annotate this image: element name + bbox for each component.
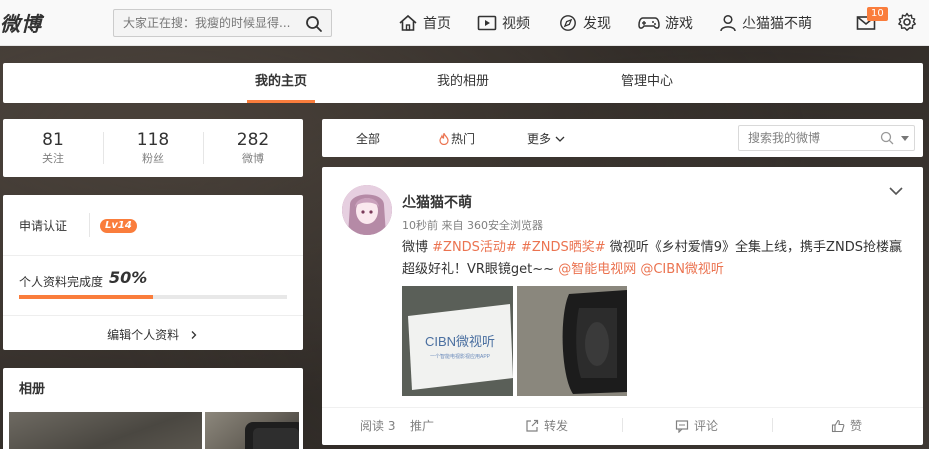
filter-tab-more-label: 更多 (527, 132, 552, 146)
profile-tab-bar: 我的主页 我的相册 管理中心 (3, 63, 923, 103)
progress-fill (19, 295, 153, 299)
post-content: 微博 #ZNDS活动# #ZNDS晒奖# 微视听《乡村爱情9》全集上线，携手ZN… (402, 237, 912, 281)
dropdown-arrow-icon[interactable] (900, 135, 910, 143)
divider (3, 315, 303, 316)
nav-user-profile[interactable]: 尐猫猫不萌 (719, 13, 812, 33)
divider (322, 407, 923, 408)
anime-avatar-image (342, 185, 392, 235)
author-avatar[interactable] (342, 185, 392, 235)
video-icon (477, 15, 497, 31)
cibn-card-photo: CIBN微视听 一个智能电视影视应用APP (402, 286, 513, 396)
profile-completeness-progress (19, 295, 287, 299)
divider (622, 418, 623, 432)
nav-home[interactable]: 首页 (398, 13, 451, 33)
apply-verification-link[interactable]: 申请认证 (19, 217, 67, 234)
stat-followers-value: 118 (136, 130, 170, 150)
promote-button[interactable]: 推广 (410, 417, 434, 434)
profile-info-card: 申请认证 Lv14 个人资料完成度 50% 编辑个人资料 (3, 195, 303, 350)
stat-posts-value: 282 (236, 130, 270, 150)
home-icon (399, 14, 417, 31)
mention-link[interactable]: @智能电视网 (558, 262, 636, 277)
filter-tab-all[interactable]: 全部 (356, 130, 380, 147)
tab-my-album[interactable]: 我的相册 (429, 63, 497, 103)
post-image[interactable]: CIBN微视听 一个智能电视影视应用APP (402, 286, 513, 396)
nav-home-label: 首页 (423, 16, 451, 32)
weibo-post: 尐猫猫不萌 10秒前 来自 360安全浏览器 微博 #ZNDS活动# #ZNDS… (322, 167, 923, 445)
post-author-name[interactable]: 尐猫猫不萌 (402, 192, 472, 212)
hashtag-link[interactable]: #ZNDS活动# (432, 240, 517, 255)
like-label: 赞 (850, 419, 863, 433)
filter-tab-hot[interactable]: 热门 (439, 130, 475, 147)
nav-games[interactable]: 游戏 (638, 13, 693, 33)
chevron-right-icon (191, 331, 197, 339)
vr-headset-photo (245, 422, 299, 449)
search-icon[interactable] (305, 15, 323, 33)
global-search-box (113, 9, 332, 37)
comment-label: 评论 (694, 419, 719, 433)
thumbs-up-icon (831, 419, 845, 432)
nav-video[interactable]: 视频 (477, 13, 530, 33)
repost-icon (526, 419, 539, 432)
filter-tab-more[interactable]: 更多 (527, 130, 565, 147)
hashtag-link[interactable]: #ZNDS晒奖# (521, 240, 606, 255)
flame-icon (439, 132, 449, 145)
gamepad-icon (638, 17, 660, 29)
edit-profile-label: 编辑个人资料 (107, 328, 180, 342)
top-navigation-bar: 微博 首页 视频 发现 (0, 0, 929, 46)
stat-followers[interactable]: 118 粉丝 (103, 129, 203, 167)
stat-following-label: 关注 (42, 152, 64, 165)
like-button[interactable]: 赞 (831, 417, 862, 434)
post-meta: 10秒前 来自 360安全浏览器 (402, 219, 543, 232)
nav-user-label: 尐猫猫不萌 (742, 16, 812, 32)
tab-my-homepage[interactable]: 我的主页 (247, 63, 315, 103)
pic1-brand-text: CIBN微视听 (425, 334, 495, 349)
vr-headset-photo (517, 286, 627, 396)
divider (772, 418, 773, 432)
stat-following[interactable]: 81 关注 (3, 129, 103, 167)
global-search-input[interactable] (123, 15, 298, 31)
level-badge[interactable]: Lv14 (100, 219, 137, 233)
repost-button[interactable]: 转发 (525, 417, 568, 434)
nav-video-label: 视频 (502, 16, 530, 32)
stat-following-value: 81 (42, 130, 64, 150)
compass-icon (560, 15, 576, 31)
album-card: 相册 (3, 368, 303, 449)
mention-link[interactable]: @CIBN微视听 (640, 262, 724, 277)
chevron-down-icon[interactable] (888, 185, 904, 197)
feed-search-box (738, 125, 915, 151)
album-photo[interactable] (9, 412, 202, 449)
pic1-sub-text: 一个智能电视影视应用APP (430, 353, 491, 360)
gear-icon[interactable] (897, 12, 917, 32)
profile-stats-card: 81 关注 118 粉丝 282 微博 (3, 119, 303, 177)
comment-icon (675, 419, 689, 433)
search-icon[interactable] (880, 131, 894, 145)
comment-button[interactable]: 评论 (675, 417, 718, 434)
filter-tab-hot-label: 热门 (451, 132, 476, 146)
chevron-down-icon (555, 136, 565, 142)
nav-discover-label: 发现 (583, 16, 611, 32)
tab-management-center[interactable]: 管理中心 (613, 63, 681, 103)
divider (89, 213, 90, 237)
nav-discover[interactable]: 发现 (558, 13, 611, 33)
profile-completeness-value: 50% (109, 268, 148, 287)
stat-posts-label: 微博 (242, 152, 264, 165)
edit-profile-link[interactable]: 编辑个人资料 (3, 326, 303, 343)
feed-filter-bar: 全部 热门 更多 (322, 119, 923, 157)
album-title: 相册 (19, 382, 46, 397)
weibo-logo[interactable]: 微博 (0, 8, 42, 37)
album-photo[interactable] (205, 412, 299, 449)
divider (3, 255, 303, 256)
profile-completeness-label: 个人资料完成度 (19, 275, 104, 289)
message-count-badge: 10 (867, 7, 888, 21)
repost-label: 转发 (544, 419, 569, 433)
stat-followers-label: 粉丝 (142, 152, 164, 165)
post-image[interactable] (517, 286, 627, 396)
read-count: 阅读 3 (360, 419, 396, 433)
post-text-prefix: 微博 (402, 240, 433, 255)
user-icon (720, 14, 736, 32)
stat-posts[interactable]: 282 微博 (203, 129, 303, 167)
feed-search-input[interactable] (748, 131, 868, 145)
nav-games-label: 游戏 (665, 16, 693, 32)
